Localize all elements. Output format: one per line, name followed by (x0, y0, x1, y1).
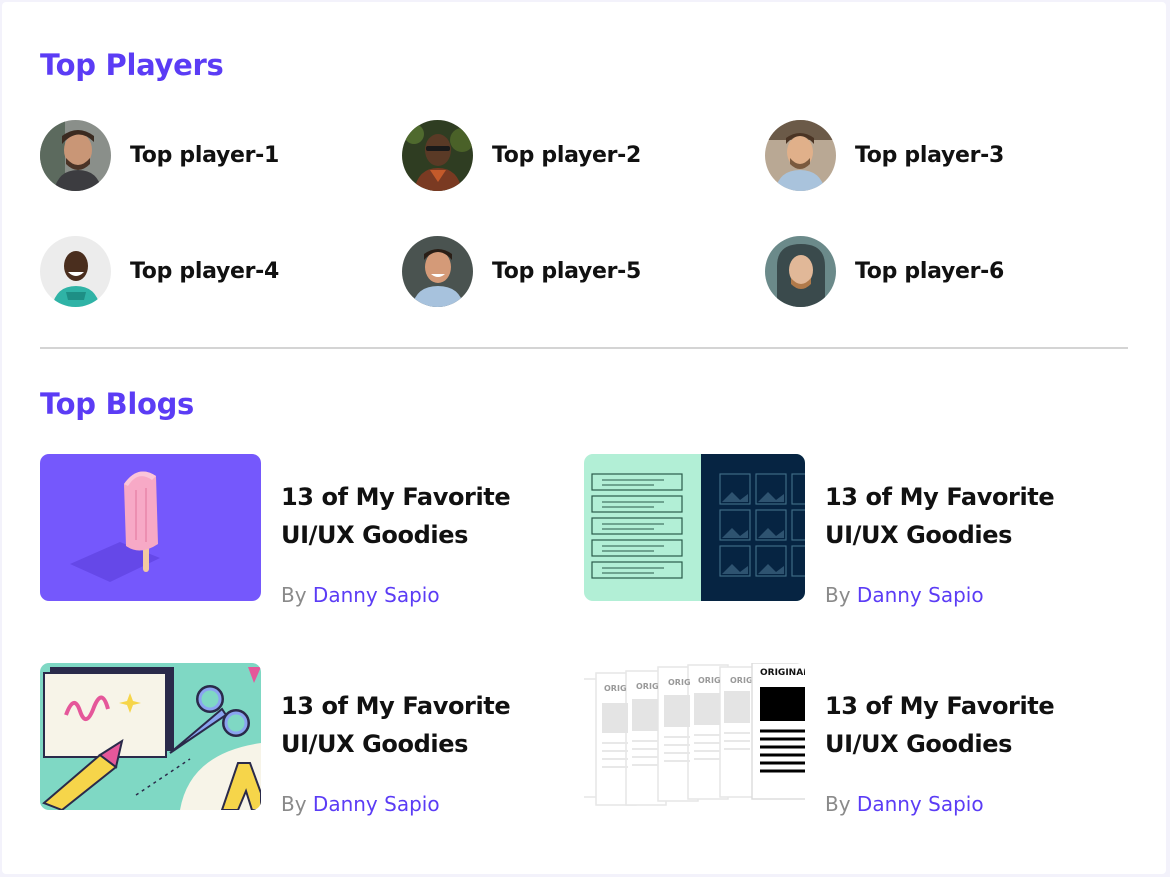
author-link[interactable]: Danny Sapio (857, 583, 984, 607)
player-item-3[interactable]: Top player-3 (765, 119, 1004, 191)
player-name: Top player-4 (130, 258, 280, 284)
player-item-2[interactable]: Top player-2 (402, 119, 641, 191)
player-name: Top player-5 (492, 258, 642, 284)
top-players-heading: Top Players (40, 48, 224, 82)
player-name: Top player-2 (492, 142, 642, 168)
player-item-4[interactable]: Top player-4 (40, 235, 279, 307)
avatar (765, 119, 836, 191)
avatar (40, 235, 111, 307)
author-link[interactable]: Danny Sapio (313, 792, 440, 816)
top-blogs-heading: Top Blogs (40, 387, 194, 421)
svg-text:ORIG: ORIG (730, 676, 753, 685)
blog-thumbnail[interactable] (40, 663, 261, 810)
author-link[interactable]: Danny Sapio (857, 792, 984, 816)
svg-text:ORIGINAL: ORIGINAL (760, 668, 805, 678)
byline-prefix: By (825, 792, 851, 816)
player-item-1[interactable]: Top player-1 (40, 119, 279, 191)
blog-card-3[interactable]: 13 of My Favorite UI/UX Goodies By Danny… (40, 663, 570, 823)
blog-title[interactable]: 13 of My Favorite UI/UX Goodies (825, 687, 1125, 763)
blog-title[interactable]: 13 of My Favorite UI/UX Goodies (281, 478, 581, 554)
player-item-5[interactable]: Top player-5 (402, 235, 641, 307)
player-name: Top player-3 (855, 142, 1005, 168)
svg-text:ORIG: ORIG (604, 684, 627, 693)
blog-thumbnail[interactable] (584, 454, 805, 601)
blog-byline: By Danny Sapio (825, 583, 984, 607)
blog-card-2[interactable]: 13 of My Favorite UI/UX Goodies By Danny… (584, 454, 1114, 614)
section-divider (40, 347, 1128, 349)
blog-title[interactable]: 13 of My Favorite UI/UX Goodies (281, 687, 581, 763)
blog-byline: By Danny Sapio (825, 792, 984, 816)
author-link[interactable]: Danny Sapio (313, 583, 440, 607)
byline-prefix: By (281, 583, 307, 607)
player-item-6[interactable]: Top player-6 (765, 235, 1004, 307)
blog-byline: By Danny Sapio (281, 583, 440, 607)
avatar (40, 119, 111, 191)
svg-text:ORIG: ORIG (636, 682, 659, 691)
blog-card-4[interactable]: ORIG ORIG ORIG ORIG ORIG ORIGINAL 13 of … (584, 663, 1114, 823)
content-card: Top Players Top player-1 Top player-2 To… (2, 2, 1166, 874)
blog-byline: By Danny Sapio (281, 792, 440, 816)
svg-text:ORIG: ORIG (668, 678, 691, 687)
byline-prefix: By (825, 583, 851, 607)
blog-title[interactable]: 13 of My Favorite UI/UX Goodies (825, 478, 1125, 554)
avatar (765, 235, 836, 307)
blog-card-1[interactable]: 13 of My Favorite UI/UX Goodies By Danny… (40, 454, 570, 614)
player-name: Top player-1 (130, 142, 280, 168)
blog-thumbnail[interactable]: ORIG ORIG ORIG ORIG ORIG ORIGINAL (584, 663, 805, 810)
player-name: Top player-6 (855, 258, 1005, 284)
byline-prefix: By (281, 792, 307, 816)
avatar (402, 119, 473, 191)
svg-text:ORIG: ORIG (698, 676, 721, 685)
blog-thumbnail[interactable] (40, 454, 261, 601)
avatar (402, 235, 473, 307)
